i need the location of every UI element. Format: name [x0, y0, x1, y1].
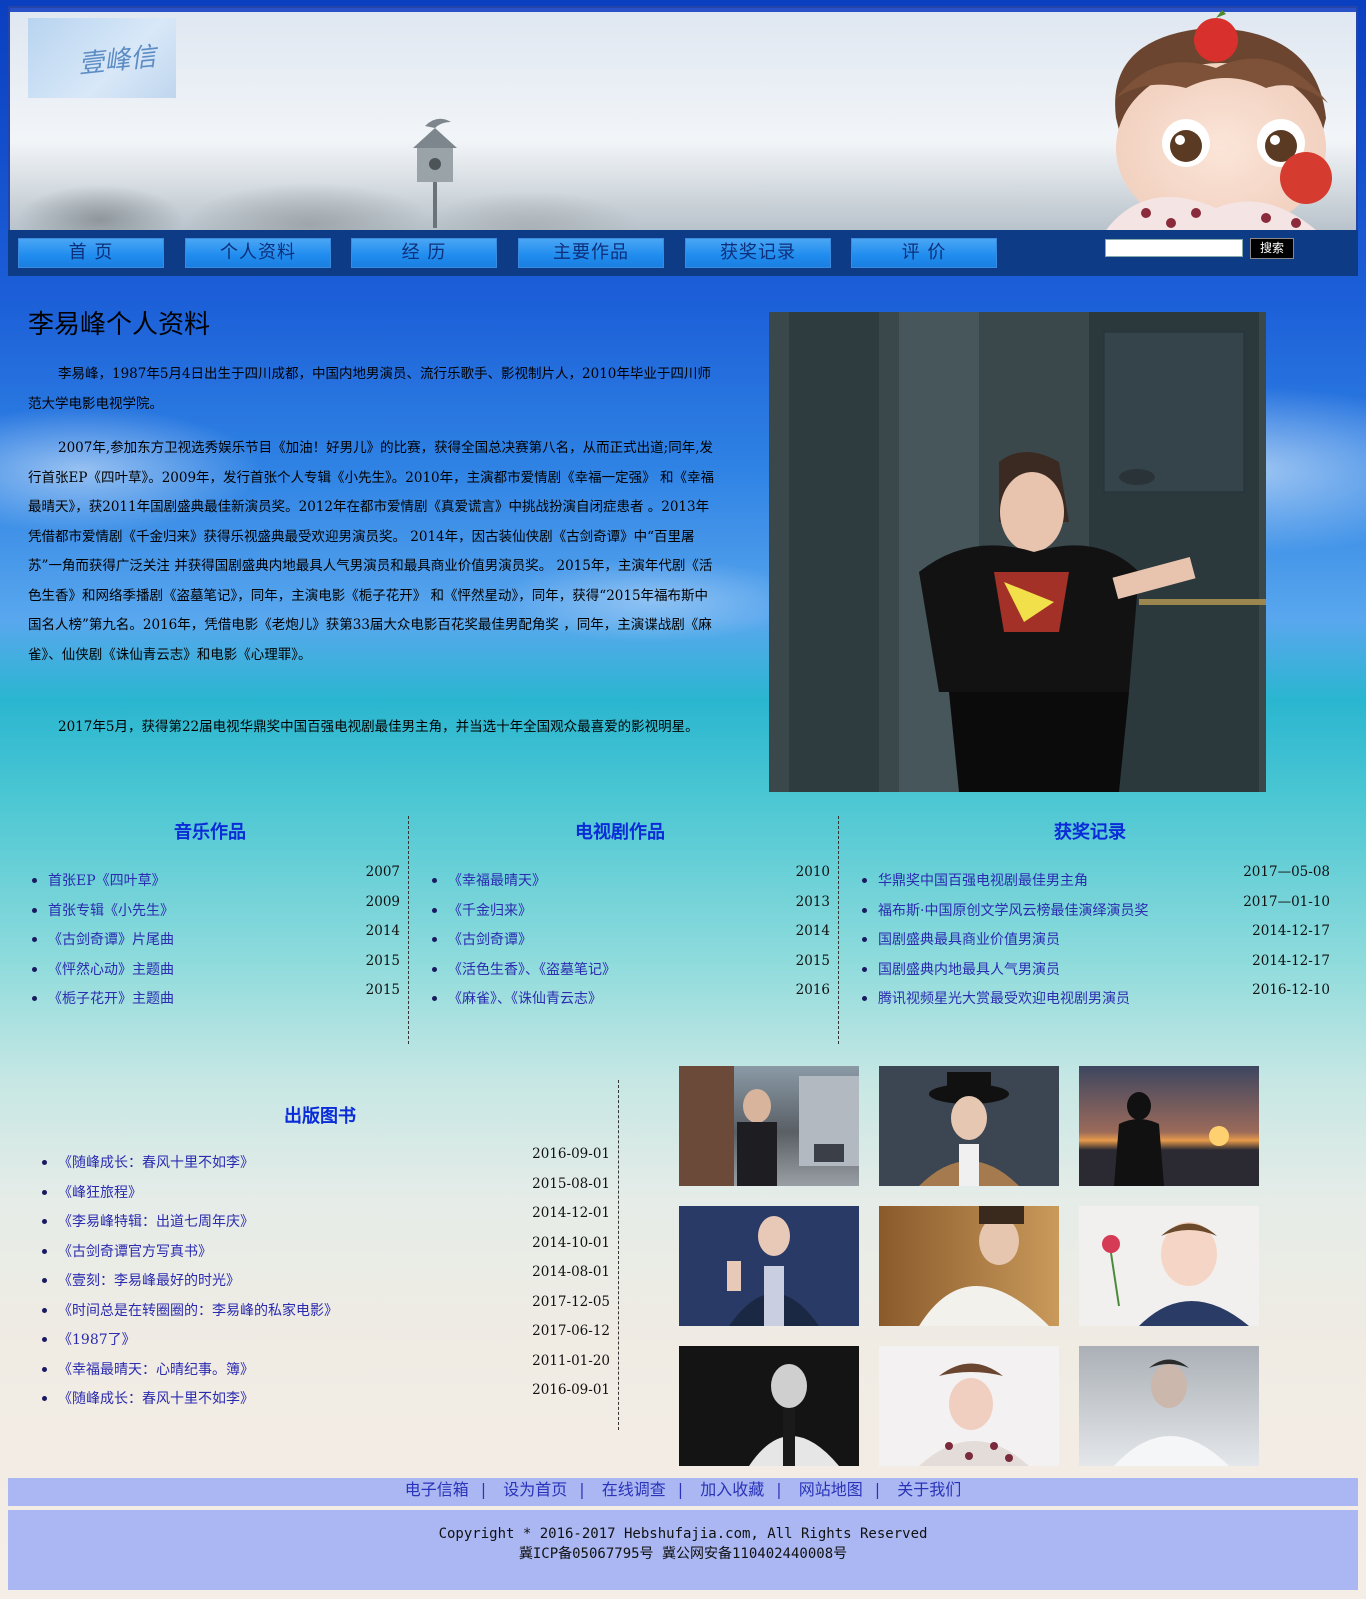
- footer-link-survey[interactable]: 在线调查: [602, 1480, 666, 1499]
- footer-links: 电子信箱 | 设为首页 | 在线调查 | 加入收藏 | 网站地图 | 关于我们: [8, 1478, 1358, 1506]
- music-title: 音乐作品: [174, 822, 246, 843]
- footer-separator: |: [579, 1480, 585, 1499]
- footer-link-about[interactable]: 关于我们: [897, 1480, 961, 1499]
- list-item[interactable]: 《古剑奇谭》片尾曲 2014: [28, 923, 400, 955]
- nav-profile[interactable]: 个人资料: [185, 238, 331, 268]
- copyright-text: Copyright * 2016-2017 Hebshufajia.com, A…: [438, 1526, 928, 1542]
- bio-paragraph: 2017年5月，获得第22届电视华鼎奖中国百强电视剧最佳男主角，并当选十年全国观…: [58, 719, 699, 735]
- books-list: 《随峰成长：春风十里不如李》 2016-09-01 《峰狂旅程》 2015-08-0…: [38, 1146, 610, 1414]
- list-item[interactable]: 《千金归来》 2013: [428, 894, 830, 926]
- list-item[interactable]: 首张专辑《小先生》 2009: [28, 894, 400, 926]
- list-item[interactable]: 《壹刻：李易峰最好的时光》 2014-08-01: [38, 1264, 610, 1296]
- logo-text: 壹峰信: [76, 41, 158, 80]
- footer-separator: |: [677, 1480, 684, 1499]
- column-divider: [618, 1080, 619, 1430]
- awards-title: 获奖记录: [1054, 822, 1126, 843]
- street-photo-icon[interactable]: [679, 1066, 859, 1186]
- portrait-photo: [769, 312, 1266, 792]
- list-item[interactable]: 国剧盛典内地最具人气男演员 2014-12-17: [858, 953, 1330, 985]
- nav-home[interactable]: 首 页: [18, 238, 164, 268]
- nav-experience[interactable]: 经 历: [351, 238, 497, 268]
- bio-paragraph: 李易峰，1987年5月4日出生于四川成都，中国内地男演员、流行乐歌手、影视制片人…: [28, 366, 711, 412]
- search-input[interactable]: [1105, 239, 1243, 257]
- list-item[interactable]: 《古剑奇谭官方写真书》 2014-10-01: [38, 1235, 610, 1267]
- white-sweater-photo-icon[interactable]: [879, 1206, 1059, 1326]
- banner-clouds: [10, 120, 710, 230]
- footer-separator: |: [874, 1480, 881, 1499]
- footer-link-homepage[interactable]: 设为首页: [503, 1480, 567, 1499]
- list-item[interactable]: 《随峰成长：春风十里不如李》 2016-09-01: [38, 1146, 610, 1178]
- tv-list: 《幸福最晴天》 2010 《千金归来》 2013 《古剑奇谭》 2014 《活色生香》…: [428, 864, 830, 1014]
- footer-copyright: Copyright * 2016-2017 Hebshufajia.com, A…: [8, 1510, 1358, 1590]
- cartoon-boy-icon: [1106, 10, 1332, 230]
- footer-separator: |: [480, 1480, 487, 1499]
- list-item[interactable]: 《李易峰特辑：出道七周年庆》 2014-12-01: [38, 1205, 610, 1237]
- footer-link-email[interactable]: 电子信箱: [405, 1480, 469, 1499]
- list-item[interactable]: 《时间总是在转圈圈的：李易峰的私家电影》 2017-12-05: [38, 1294, 610, 1326]
- list-item[interactable]: 首张EP《四叶草》 2007: [28, 864, 400, 896]
- rose-selfie-photo-icon[interactable]: [1079, 1206, 1259, 1326]
- footer-link-bookmark[interactable]: 加入收藏: [700, 1480, 764, 1499]
- footer-link-sitemap[interactable]: 网站地图: [799, 1480, 863, 1499]
- misty-portrait-photo-icon[interactable]: [1079, 1346, 1259, 1466]
- icp-text: 冀ICP备05067795号 冀公网安备110402440008号: [518, 1546, 848, 1562]
- list-item[interactable]: 《栀子花开》主题曲 2015: [28, 982, 400, 1014]
- footer-separator: |: [776, 1480, 782, 1499]
- list-item[interactable]: 《幸福最晴天：心晴纪事。簿》 2011-01-20: [38, 1353, 610, 1385]
- list-item[interactable]: 华鼎奖中国百强电视剧最佳男主角 2017—05-08: [858, 864, 1330, 896]
- main-nav: 首 页 个人资料 经 历 主要作品 获奖记录 评 价 搜索: [8, 230, 1358, 276]
- site-logo[interactable]: 壹峰信: [28, 18, 176, 98]
- column-divider: [408, 816, 409, 1044]
- nav-reviews[interactable]: 评 价: [851, 238, 997, 268]
- nav-works[interactable]: 主要作品: [518, 238, 664, 268]
- list-item[interactable]: 《活色生香》、《盗墓笔记》 2015: [428, 953, 830, 985]
- hat-portrait-photo-icon[interactable]: [879, 1066, 1059, 1186]
- monochrome-photo-icon[interactable]: [679, 1346, 859, 1466]
- birdhouse-icon: [413, 118, 457, 228]
- list-item[interactable]: 《怦然心动》主题曲 2015: [28, 953, 400, 985]
- list-item[interactable]: 《幸福最晴天》 2010: [428, 864, 830, 896]
- music-list: 首张EP《四叶草》 2007 首张专辑《小先生》 2009 《古剑奇谭》片尾曲 201…: [28, 864, 400, 1014]
- microphone-photo-icon[interactable]: [679, 1206, 859, 1326]
- pillow-photo-icon[interactable]: [879, 1346, 1059, 1466]
- header-banner: 壹峰信: [8, 6, 1358, 232]
- list-item[interactable]: 国剧盛典最具商业价值男演员 2014-12-17: [858, 923, 1330, 955]
- column-divider: [838, 816, 839, 1044]
- tv-title: 电视剧作品: [575, 822, 665, 843]
- books-title: 出版图书: [284, 1106, 356, 1127]
- awards-list: 华鼎奖中国百强电视剧最佳男主角 2017—05-08 福布斯·中国原创文学风云榜最…: [858, 864, 1330, 1014]
- search-button[interactable]: 搜索: [1250, 238, 1294, 259]
- list-item[interactable]: 《麻雀》、《诛仙青云志》 2016: [428, 982, 830, 1014]
- list-item[interactable]: 《峰狂旅程》 2015-08-01: [38, 1176, 610, 1208]
- list-item[interactable]: 腾讯视频星光大赏最受欢迎电视剧男演员 2016-12-10: [858, 982, 1330, 1014]
- nav-awards[interactable]: 获奖记录: [685, 238, 831, 268]
- profile-title: 李易峰个人资料: [28, 310, 211, 340]
- list-item[interactable]: 《古剑奇谭》 2014: [428, 923, 830, 955]
- list-item[interactable]: 《1987了》 2017-06-12: [38, 1323, 610, 1355]
- sunset-silhouette-photo-icon[interactable]: [1079, 1066, 1259, 1186]
- bio-paragraph: 2007年,参加东方卫视选秀娱乐节目《加油！好男儿》的比赛，获得全国总决赛第八名…: [28, 440, 714, 663]
- list-item[interactable]: 福布斯·中国原创文学风云榜最佳演绎演员奖 2017—01-10: [858, 894, 1330, 926]
- list-item[interactable]: 《随峰成长：春风十里不如李》 2016-09-01: [38, 1382, 610, 1414]
